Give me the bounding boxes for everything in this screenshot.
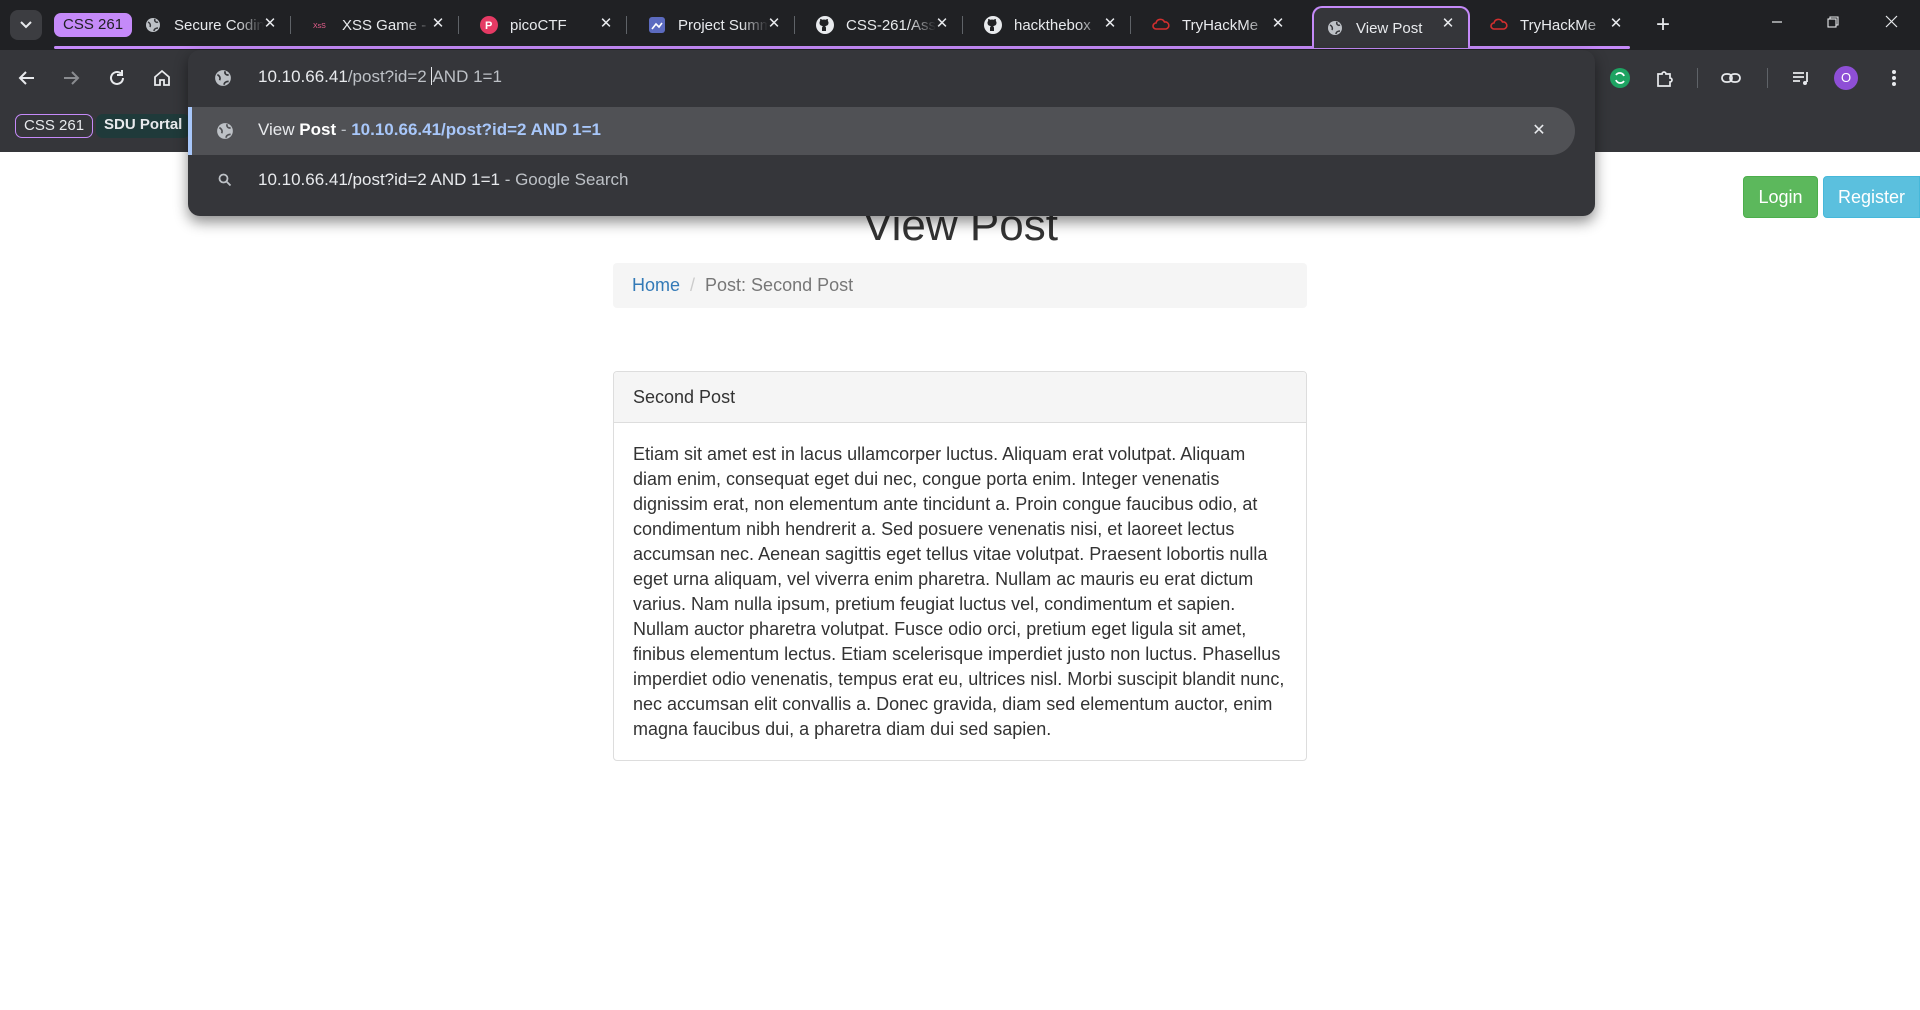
- tab-separator: [290, 16, 291, 34]
- tab-title: XSS Game -: [342, 16, 427, 34]
- github-icon: [984, 16, 1002, 34]
- login-button[interactable]: Login: [1743, 176, 1818, 218]
- media-playlist-icon[interactable]: [1785, 62, 1817, 94]
- suggestion-url: 10.10.66.41/post?id=2 AND 1=1: [351, 120, 601, 139]
- search-icon: [215, 170, 235, 190]
- tab-title: picoCTF: [510, 16, 567, 34]
- project-icon: [648, 16, 666, 34]
- close-icon[interactable]: ✕: [596, 14, 616, 34]
- breadcrumb-separator: /: [690, 275, 696, 295]
- tab-group-label[interactable]: CSS 261: [54, 13, 133, 37]
- picoctf-icon: P: [480, 16, 498, 34]
- address-path: /post?id=2: [347, 67, 432, 86]
- tab-title: Secure Coding: [174, 16, 264, 34]
- tryhackme-icon: [1490, 16, 1508, 34]
- tab-search-button[interactable]: [10, 10, 42, 40]
- tab-xss-game[interactable]: XsS XSS Game - ✕: [300, 8, 459, 42]
- close-icon[interactable]: ✕: [1606, 14, 1626, 34]
- tab-title: TryHackMe: [1520, 16, 1597, 34]
- search-suggestion-suffix: - Google Search: [499, 170, 629, 189]
- close-icon[interactable]: ✕: [260, 14, 280, 34]
- arrow-left-icon: [18, 71, 34, 85]
- minimize-icon: [1772, 21, 1782, 23]
- tab-separator: [458, 16, 459, 34]
- more-menu-icon[interactable]: [1878, 62, 1910, 94]
- bookmark-sdu-portal[interactable]: SDU Portal: [96, 114, 191, 138]
- reload-button[interactable]: [101, 62, 133, 94]
- close-icon[interactable]: ✕: [1268, 14, 1288, 34]
- close-icon[interactable]: ✕: [932, 14, 952, 34]
- tryhackme-icon: [1152, 16, 1170, 34]
- tab-view-post[interactable]: View Post ✕: [1312, 6, 1470, 48]
- tab-hackthebox[interactable]: hackthebox ✕: [972, 8, 1131, 42]
- search-suggestion[interactable]: 10.10.66.41/post?id=2 AND 1=1 - Google S…: [258, 170, 628, 190]
- toolbar-divider: [1767, 68, 1768, 88]
- extension-refresh-icon[interactable]: [1604, 62, 1636, 94]
- tab-title: View Post: [1356, 19, 1423, 37]
- address-rest: AND 1=1: [432, 67, 502, 86]
- globe-icon: [144, 16, 162, 34]
- tab-css261-github[interactable]: CSS-261/Assignments ✕: [804, 8, 963, 42]
- back-button[interactable]: [11, 62, 43, 94]
- tab-project-summary[interactable]: Project Summary ✕: [636, 8, 795, 42]
- selection-indicator: [188, 107, 192, 155]
- svg-text:P: P: [485, 20, 492, 32]
- tab-separator: [962, 16, 963, 34]
- forward-button[interactable]: [55, 62, 87, 94]
- breadcrumb-home-link[interactable]: Home: [632, 275, 680, 295]
- suggestion-title-bold: Post: [299, 120, 337, 139]
- globe-icon: [215, 121, 235, 141]
- tab-picoctf[interactable]: P picoCTF ✕: [468, 8, 627, 42]
- tab-secure-coding[interactable]: Secure Coding ✕: [132, 8, 291, 42]
- link-icon[interactable]: [1715, 62, 1747, 94]
- tab-title: hackthebox: [1014, 16, 1091, 34]
- minimize-button[interactable]: [1754, 8, 1800, 40]
- tab-title: TryHackMe: [1182, 16, 1259, 34]
- remove-suggestion-icon[interactable]: ✕: [1528, 120, 1550, 142]
- github-icon: [816, 16, 834, 34]
- close-icon[interactable]: ✕: [1438, 14, 1458, 34]
- tab-title: CSS-261/Assignments: [846, 16, 936, 34]
- tab-separator: [626, 16, 627, 34]
- suggestion-title-prefix: View: [258, 120, 300, 139]
- profile-avatar[interactable]: O: [1834, 66, 1858, 90]
- globe-icon: [214, 69, 234, 89]
- xss-game-icon: XsS: [312, 16, 330, 34]
- new-tab-button[interactable]: +: [1648, 10, 1678, 40]
- close-icon[interactable]: ✕: [764, 14, 784, 34]
- suggestion-separator: -: [336, 120, 352, 139]
- post-panel: Second Post Etiam sit amet est in lacus …: [613, 371, 1307, 761]
- address-bar-input[interactable]: 10.10.66.41/post?id=2 AND 1=1: [258, 67, 502, 87]
- tab-tryhackme-1[interactable]: TryHackMe ✕: [1140, 8, 1298, 42]
- extensions-puzzle-icon[interactable]: [1649, 62, 1681, 94]
- post-title: Second Post: [614, 372, 1306, 423]
- restore-button[interactable]: [1810, 8, 1856, 40]
- post-body: Etiam sit amet est in lacus ullamcorper …: [633, 444, 1285, 739]
- home-button[interactable]: [146, 62, 178, 94]
- close-window-button[interactable]: [1868, 8, 1914, 40]
- svg-text:XsS: XsS: [313, 23, 326, 30]
- globe-icon: [1326, 19, 1344, 37]
- register-button[interactable]: Register: [1823, 176, 1920, 218]
- breadcrumb-current: Post: Second Post: [705, 275, 854, 295]
- tab-separator: [1130, 16, 1131, 34]
- bookmark-group-label[interactable]: CSS 261: [15, 114, 94, 138]
- tab-separator: [794, 16, 795, 34]
- tab-title: Project Summary: [678, 16, 768, 34]
- tab-tryhackme-2[interactable]: TryHackMe ✕: [1478, 8, 1636, 42]
- breadcrumb: Home / Post: Second Post: [613, 263, 1307, 308]
- close-icon[interactable]: ✕: [428, 14, 448, 34]
- reload-icon: [110, 70, 124, 85]
- toolbar-divider: [1697, 68, 1698, 88]
- close-icon: [1885, 15, 1897, 28]
- chevron-down-icon: [20, 21, 32, 29]
- restore-icon: [1827, 16, 1839, 28]
- address-host: 10.10.66.41: [258, 67, 348, 86]
- close-icon[interactable]: ✕: [1100, 14, 1120, 34]
- search-suggestion-query: 10.10.66.41/post?id=2 AND 1=1: [258, 170, 500, 189]
- suggestion-text: View Post - 10.10.66.41/post?id=2 AND 1=…: [258, 120, 601, 140]
- home-icon: [154, 69, 170, 86]
- arrow-right-icon: [64, 71, 80, 85]
